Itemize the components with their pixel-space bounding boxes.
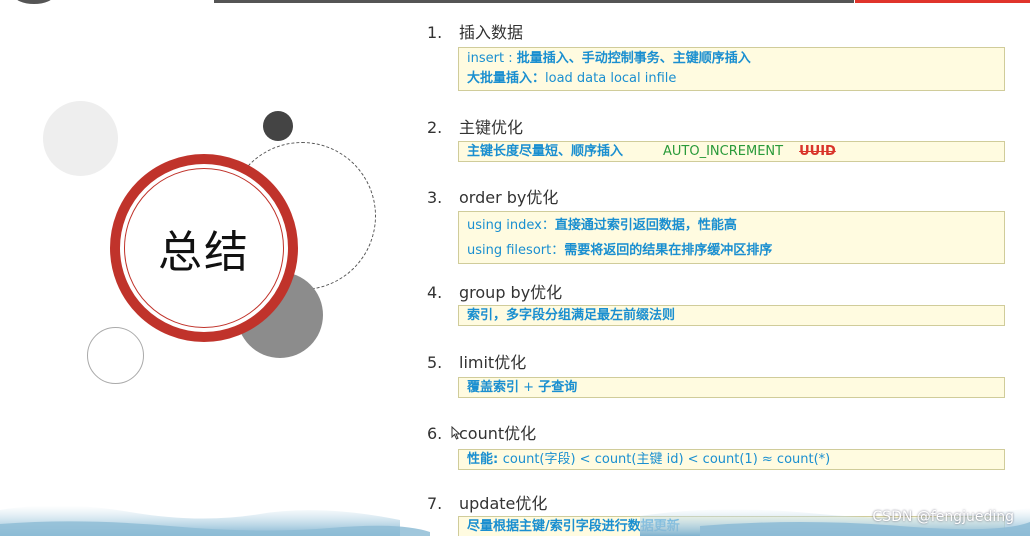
item-2-box: 主键长度尽量短、顺序插入 AUTO_INCREMENT UUID — [458, 141, 1005, 162]
item-1-title: 1. 插入数据 — [427, 23, 524, 42]
item-5-box: 覆盖索引 + 子查询 — [458, 377, 1005, 398]
mouse-cursor-icon — [451, 426, 461, 440]
title-circle: 总结 — [110, 154, 298, 342]
slide-title: 总结 — [158, 227, 250, 278]
item-6-title: 6. count优化 — [427, 424, 537, 443]
item-2-title: 2. 主键优化 — [427, 118, 524, 137]
corner-decoration — [14, 0, 54, 4]
item-1-box: insert : 批量插入、手动控制事务、主键顺序插入 大批量插入：load d… — [458, 47, 1005, 91]
top-bar-accent — [855, 0, 1030, 3]
decor-circle-light — [43, 101, 118, 176]
item-5-title: 5. limit优化 — [427, 353, 527, 372]
item-3-title: 3. order by优化 — [427, 188, 559, 207]
decor-circle-outline — [87, 327, 144, 384]
decor-circle-dark — [263, 111, 293, 141]
item-4-box: 索引，多字段分组满足最左前缀法则 — [458, 305, 1005, 326]
item-4-title: 4. group by优化 — [427, 283, 563, 302]
item-6-box: 性能: count(字段) < count(主键 id) < count(1) … — [458, 449, 1005, 470]
top-bar — [214, 0, 854, 3]
item-3-box: using index：直接通过索引返回数据，性能高 using filesor… — [458, 211, 1005, 264]
watermark: CSDN @fengjueding — [872, 509, 1014, 525]
